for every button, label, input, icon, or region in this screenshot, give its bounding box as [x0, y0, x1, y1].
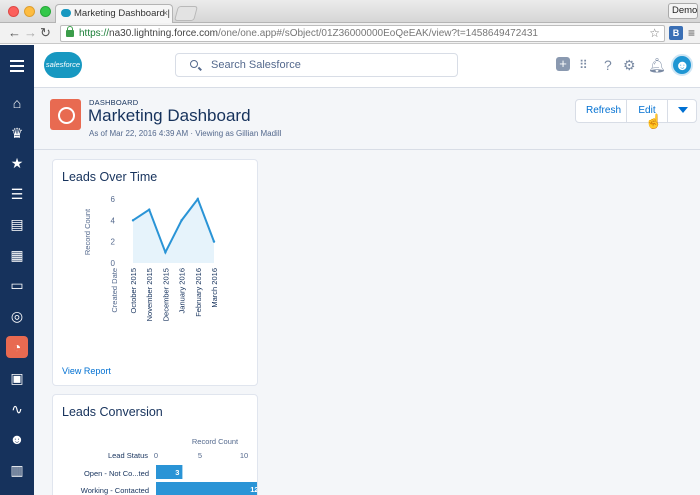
x-tick-label: March 2016 — [210, 268, 219, 308]
gear-icon[interactable]: ⚙ — [623, 57, 636, 73]
nav-star-icon[interactable]: ★ — [0, 148, 34, 178]
search-placeholder: Search Salesforce — [211, 59, 301, 71]
x-axis-label: Created Date — [110, 268, 119, 313]
extension-b-icon[interactable]: B — [669, 26, 683, 40]
url-host: na30.lightning.force.com — [109, 28, 218, 39]
nav-pulse-icon[interactable]: ∿ — [0, 394, 34, 424]
avatar[interactable] — [671, 54, 693, 76]
data-point — [196, 197, 199, 201]
value-axis-label: Record Count — [192, 437, 239, 446]
y-tick-label: 0 — [111, 259, 116, 268]
leads-conversion-chart: Record Count Lead Status 0 5 10 Open - Not Co… — [81, 437, 257, 495]
leads-conversion-card: Leads Conversion Record Count Lead Status… — [52, 394, 258, 495]
nav-task-list-icon[interactable]: ☰ — [0, 179, 34, 209]
nav-crown-icon[interactable]: ♛ — [0, 118, 34, 148]
leads-over-time-chart: 0 2 4 6 Record Count Created Date October 2015… — [83, 195, 219, 321]
forward-arrow-icon[interactable]: → — [24, 26, 37, 40]
y-tick-label: 2 — [111, 238, 116, 247]
zoom-window-button[interactable] — [40, 6, 51, 17]
view-report-link[interactable]: View Report — [62, 366, 111, 376]
profile-button[interactable]: Demo — [668, 3, 698, 19]
x-tick-label: 5 — [198, 451, 202, 460]
y-tick-label: 6 — [111, 195, 116, 204]
nav-clipboard-icon[interactable]: ▣ — [0, 363, 34, 393]
dashboard-icon — [50, 99, 81, 130]
category-label: Working - Contacted — [81, 486, 149, 495]
category-axis-label: Lead Status — [108, 451, 148, 460]
y-tick-label: 4 — [111, 216, 116, 225]
mouse-pointer-icon: ☝ — [645, 113, 663, 129]
data-point — [180, 219, 183, 222]
nav-target-icon[interactable]: ◎ — [0, 301, 34, 331]
browser-toolbar: ← → ↻ https://na30.lightning.force.com/o… — [0, 23, 700, 44]
page-header: DASHBOARD Marketing Dashboard As of Mar … — [34, 88, 700, 150]
category-label: Open - Not Co...ted — [84, 469, 149, 478]
back-arrow-icon[interactable]: ← — [8, 26, 21, 40]
url-scheme: https:// — [79, 28, 110, 39]
notifications-bell-icon[interactable]: 🔔︎ — [648, 57, 666, 73]
page-title: Marketing Dashboard — [88, 106, 251, 125]
data-point — [212, 240, 216, 243]
browser-tab[interactable]: Marketing Dashboard | Sal × — [55, 4, 173, 23]
global-actions-plus-icon[interactable]: + — [556, 57, 570, 71]
browser-menu-icon[interactable]: ≡ — [688, 26, 695, 40]
lock-icon — [66, 26, 74, 37]
url-path: /one/one.app#/sObject/01Z36000000EoQeEAK… — [217, 28, 538, 39]
search-icon — [190, 60, 198, 68]
tab-title: Marketing Dashboard | Sal — [74, 8, 172, 19]
x-tick-label: November 2015 — [145, 268, 154, 321]
x-tick-label: 10 — [240, 451, 248, 460]
reload-icon[interactable]: ↻ — [40, 26, 51, 40]
x-tick-label: February 2016 — [194, 268, 203, 317]
data-point — [164, 251, 167, 254]
x-tick-label: October 2015 — [129, 268, 138, 313]
left-navigation: ⌂ ♛ ★ ☰ ▤ ▦ ▭ ◎ ◔ ▣ ∿ ☻ ▥ — [0, 88, 34, 495]
x-tick-label: 0 — [154, 451, 158, 460]
main-content: DASHBOARD Marketing Dashboard As of Mar … — [34, 88, 700, 495]
nav-contact-card-icon[interactable]: ▭ — [0, 270, 34, 300]
bar — [156, 482, 257, 495]
salesforce-header: salesforce Search Salesforce + ⠿ ? ⚙ 🔔︎ — [0, 45, 700, 88]
search-input[interactable]: Search Salesforce — [175, 53, 458, 77]
tab-close-icon[interactable]: × — [163, 8, 168, 18]
salesforce-logo[interactable]: salesforce — [44, 52, 82, 78]
app-launcher-grid-icon[interactable]: ⠿ — [579, 57, 588, 73]
x-tick-label: January 2016 — [178, 268, 187, 313]
nav-calendar-icon[interactable]: ▥ — [0, 455, 34, 485]
help-icon[interactable]: ? — [604, 57, 612, 73]
bar-value-label: 12 — [250, 485, 257, 494]
salesforce-favicon-icon — [61, 9, 71, 17]
x-tick-label: December 2015 — [161, 268, 170, 321]
more-actions-button[interactable] — [667, 99, 697, 123]
page-meta: As of Mar 22, 2016 4:39 AM · Viewing as … — [89, 129, 282, 138]
nav-building-icon[interactable]: ▦ — [0, 240, 34, 270]
y-axis-label: Record Count — [83, 208, 92, 255]
nav-home-icon[interactable]: ⌂ — [0, 88, 34, 118]
data-point — [148, 208, 151, 211]
nav-dashboard-icon[interactable]: ◔ — [0, 332, 34, 362]
new-tab-button[interactable] — [173, 6, 199, 21]
app-menu-icon[interactable] — [0, 45, 34, 88]
bar-value-label: 3 — [175, 468, 179, 477]
address-bar[interactable]: https://na30.lightning.force.com/one/one… — [60, 25, 665, 42]
chevron-down-icon — [678, 107, 688, 114]
data-point — [131, 219, 135, 222]
browser-titlebar: Marketing Dashboard | Sal × Demo — [0, 0, 700, 23]
refresh-button[interactable]: Refresh — [575, 99, 627, 123]
bookmark-star-icon[interactable]: ☆ — [649, 26, 660, 40]
nav-files-icon[interactable]: ▤ — [0, 209, 34, 239]
header-button-group: Refresh Edit — [575, 99, 697, 123]
close-window-button[interactable] — [8, 6, 19, 17]
minimize-window-button[interactable] — [24, 6, 35, 17]
leads-over-time-card: Leads Over Time 0 2 4 6 Record Count Created … — [52, 159, 258, 386]
nav-people-icon[interactable]: ☻ — [0, 424, 34, 454]
